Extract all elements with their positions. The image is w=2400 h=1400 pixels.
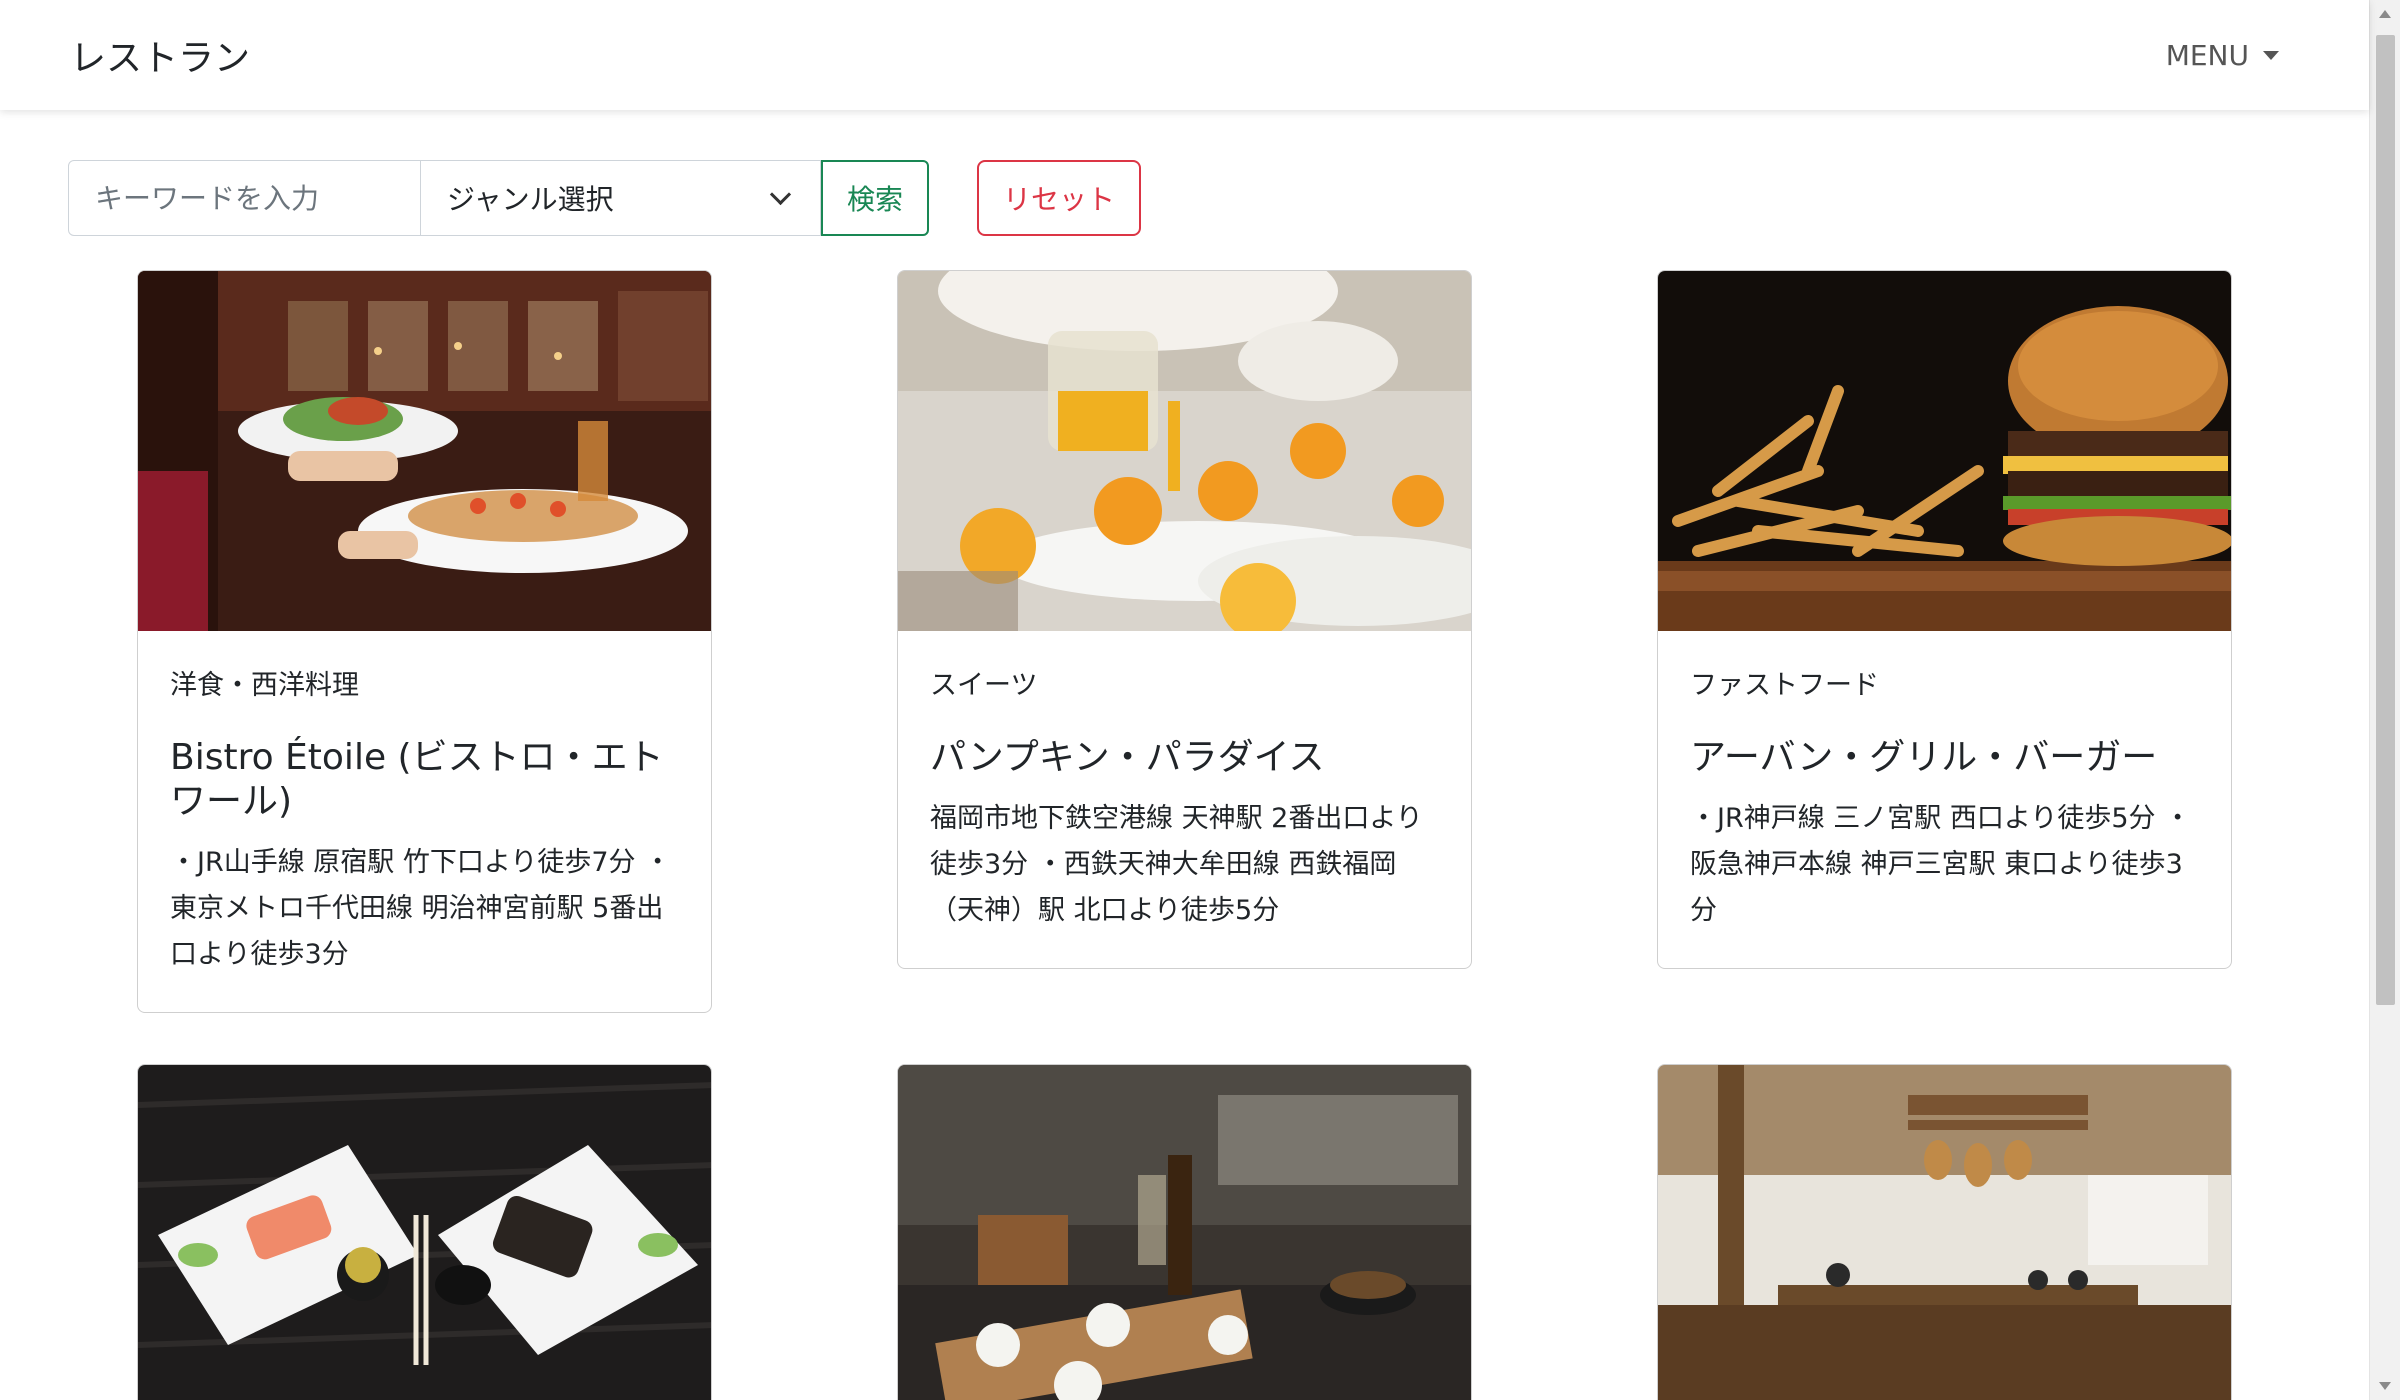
navbar: レストラン MENU bbox=[0, 0, 2369, 110]
genre-select-value: ジャンル選択 bbox=[447, 183, 614, 216]
scrollbar-thumb[interactable] bbox=[2376, 35, 2395, 1005]
restaurant-card[interactable] bbox=[137, 1064, 712, 1400]
search-form: ジャンル選択 検索 リセット bbox=[68, 160, 1141, 236]
restaurant-access: ・JR山手線 原宿駅 竹下口より徒歩7分 ・東京メトロ千代田線 明治神宮前駅 5… bbox=[170, 847, 672, 970]
keyword-input[interactable] bbox=[68, 160, 421, 236]
chevron-down-icon bbox=[769, 183, 792, 205]
caret-down-icon bbox=[2263, 50, 2279, 60]
page-scrollbar[interactable] bbox=[2369, 0, 2400, 1400]
brand-logo[interactable]: レストラン bbox=[70, 29, 250, 81]
scroll-down-arrow-icon[interactable] bbox=[2379, 1382, 2391, 1390]
restaurant-name[interactable]: Bistro Étoile (ビストロ・エトワール) bbox=[170, 736, 679, 824]
restaurant-genre: ファストフード bbox=[1690, 670, 1879, 701]
scroll-up-arrow-icon[interactable] bbox=[2379, 10, 2391, 18]
restaurant-card[interactable]: 洋食・西洋料理 Bistro Étoile (ビストロ・エトワール) ・JR山手… bbox=[137, 270, 712, 1013]
restaurant-photo bbox=[1658, 1065, 2231, 1400]
restaurant-photo bbox=[138, 271, 711, 631]
restaurant-photo bbox=[898, 1065, 1471, 1400]
restaurant-access: 福岡市地下鉄空港線 天神駅 2番出口より徒歩3分 ・西鉄天神大牟田線 西鉄福岡（… bbox=[930, 803, 1423, 926]
menu-dropdown[interactable]: MENU bbox=[2166, 39, 2279, 72]
restaurant-access: ・JR神戸線 三ノ宮駅 西口より徒歩5分 ・阪急神戸本線 神戸三宮駅 東口より徒… bbox=[1690, 803, 2192, 926]
restaurant-card[interactable]: ファストフード アーバン・グリル・バーガー ・JR神戸線 三ノ宮駅 西口より徒歩… bbox=[1657, 270, 2232, 969]
search-button[interactable]: 検索 bbox=[821, 160, 929, 236]
restaurant-genre: 洋食・西洋料理 bbox=[170, 670, 359, 701]
restaurant-card[interactable]: スイーツ パンプキン・パラダイス 福岡市地下鉄空港線 天神駅 2番出口より徒歩3… bbox=[897, 270, 1472, 969]
restaurant-name[interactable]: パンプキン・パラダイス bbox=[930, 736, 1439, 780]
restaurant-card[interactable] bbox=[897, 1064, 1472, 1400]
restaurant-card[interactable] bbox=[1657, 1064, 2232, 1400]
restaurant-genre: スイーツ bbox=[930, 670, 1038, 701]
reset-button[interactable]: リセット bbox=[977, 160, 1141, 236]
restaurant-photo bbox=[1658, 271, 2231, 631]
restaurant-photo bbox=[898, 271, 1471, 631]
menu-label: MENU bbox=[2165, 38, 2249, 72]
genre-select[interactable]: ジャンル選択 bbox=[421, 160, 821, 236]
restaurant-name[interactable]: アーバン・グリル・バーガー bbox=[1690, 736, 2199, 780]
restaurant-photo bbox=[138, 1065, 711, 1400]
